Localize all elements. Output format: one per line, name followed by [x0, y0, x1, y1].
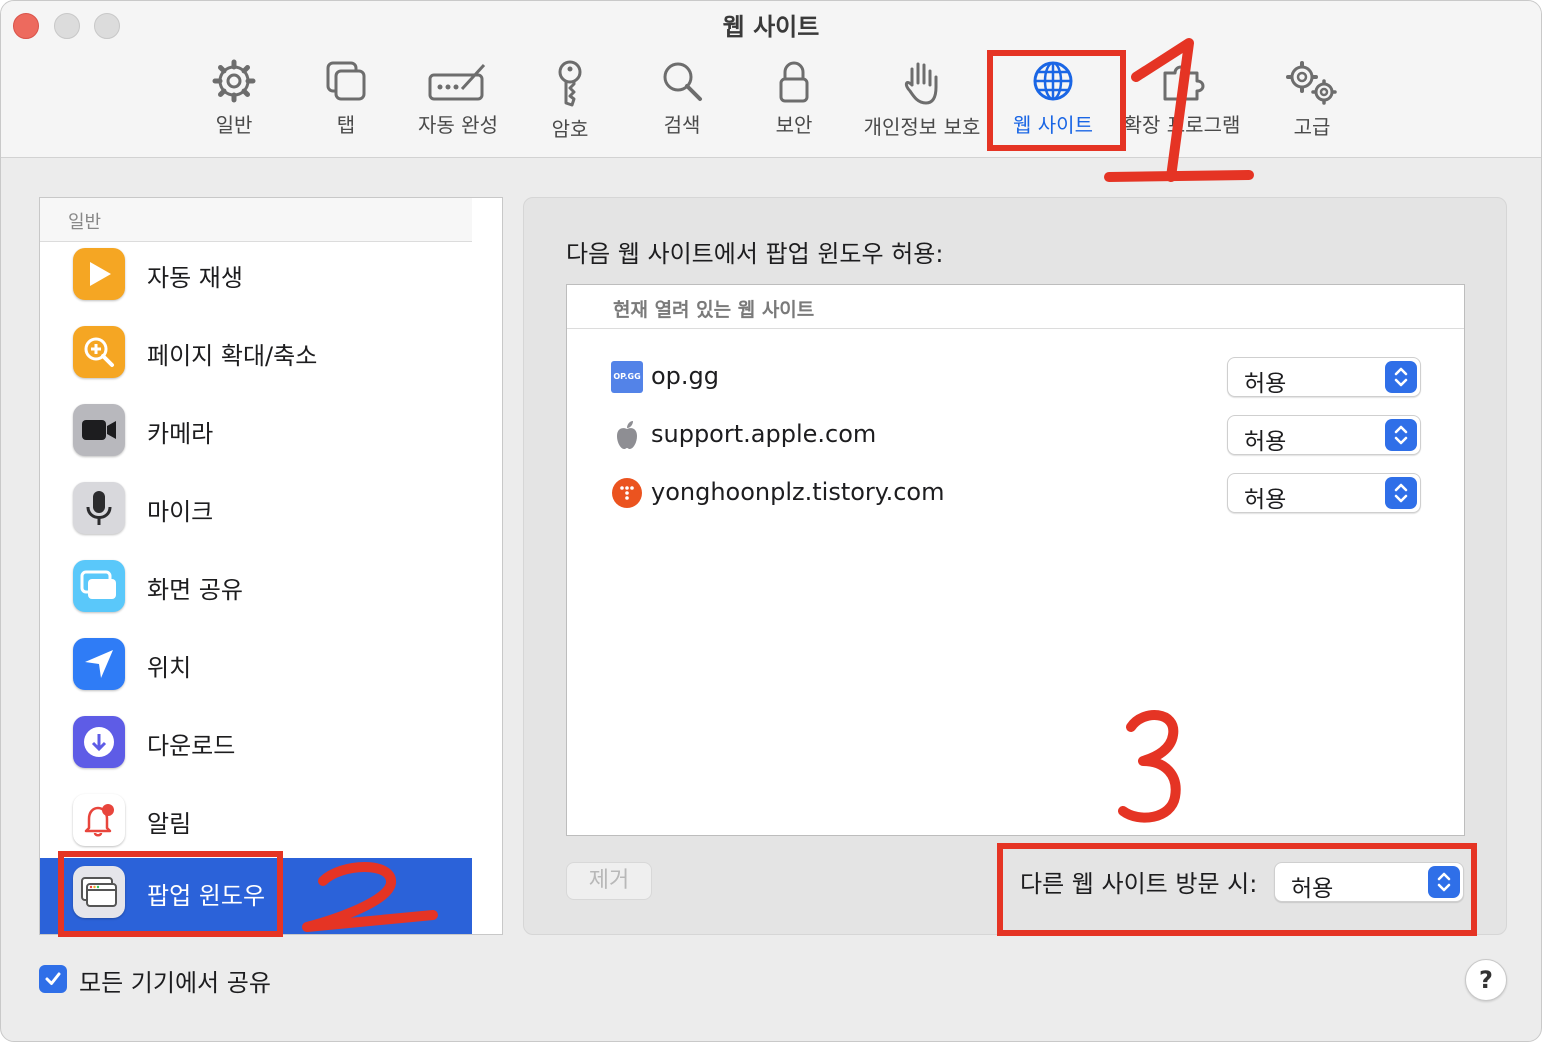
- bell-icon: [73, 794, 125, 846]
- annotation-number-3: [1118, 710, 1181, 823]
- window-title: 웹 사이트: [722, 13, 820, 41]
- site-setting-value: 허용: [1244, 487, 1287, 513]
- site-table-header: 현재 열려 있는 웹 사이트: [567, 285, 1464, 329]
- search-icon: [663, 62, 702, 101]
- toolbar-label: 고급: [1293, 115, 1331, 139]
- toolbar-general[interactable]: 일반: [204, 59, 264, 139]
- lock-icon: [779, 61, 809, 103]
- sidebar-item-microphone[interactable]: 마이크: [40, 474, 472, 552]
- site-row[interactable]: support.apple.com 허용: [567, 407, 1464, 465]
- site-row[interactable]: OP.GG op.gg 허용: [567, 349, 1464, 407]
- chevron-updown-icon: [1385, 419, 1417, 451]
- site-setting-value: 허용: [1244, 371, 1287, 397]
- toolbar-label: 암호: [551, 117, 589, 141]
- toolbar-privacy[interactable]: 개인정보 보호: [858, 59, 986, 139]
- sidebar-item-label: 마이크: [147, 498, 214, 526]
- preferences-window: 웹 사이트 일반 탭 자동 완성 암호 검색 보안 개인정보 보호 웹 사이트 …: [0, 0, 1542, 1042]
- sidebar-item-camera[interactable]: 카메라: [40, 396, 472, 474]
- sidebar-item-screen-sharing[interactable]: 화면 공유: [40, 552, 472, 630]
- titlebar: 웹 사이트 일반 탭 자동 완성 암호 검색 보안 개인정보 보호 웹 사이트 …: [1, 1, 1541, 158]
- site-domain: op.gg: [651, 362, 720, 390]
- site-domain: yonghoonplz.tistory.com: [651, 478, 945, 506]
- toolbar-label: 탭: [336, 113, 356, 137]
- tabs-icon: [326, 61, 366, 101]
- microphone-icon: [73, 482, 125, 534]
- sidebar-item-label: 다운로드: [147, 732, 236, 760]
- sidebar-item-location[interactable]: 위치: [40, 630, 472, 708]
- tistory-icon: [611, 477, 643, 509]
- site-setting-value: 허용: [1244, 429, 1287, 455]
- toolbar-label: 개인정보 보호: [863, 115, 981, 139]
- sidebar-item-downloads[interactable]: 다운로드: [40, 708, 472, 786]
- annotation-box-other-sites: [997, 843, 1477, 936]
- sidebar-item-page-zoom[interactable]: 페이지 확대/축소: [40, 318, 472, 396]
- sidebar-section-header: 일반: [40, 198, 472, 242]
- camera-icon: [73, 404, 125, 456]
- key-icon: [558, 60, 582, 107]
- opgg-icon: OP.GG: [611, 361, 643, 393]
- site-table: 현재 열려 있는 웹 사이트 OP.GG op.gg 허용 support.ap…: [566, 284, 1465, 836]
- annotation-number-1: [1104, 38, 1254, 182]
- sidebar-item-label: 화면 공유: [147, 576, 243, 604]
- chevron-updown-icon: [1385, 361, 1417, 393]
- popup-settings-panel: 다음 웹 사이트에서 팝업 윈도우 허용: 현재 열려 있는 웹 사이트 OP.…: [523, 197, 1507, 935]
- toolbar-label: 보안: [775, 113, 813, 137]
- site-domain: support.apple.com: [651, 420, 877, 448]
- annotation-box-popup: [58, 851, 283, 937]
- toolbar-security[interactable]: 보안: [764, 59, 824, 139]
- toolbar-autofill[interactable]: 자동 완성: [408, 59, 508, 139]
- sidebar-item-label: 자동 재생: [147, 264, 243, 292]
- toolbar-search[interactable]: 검색: [652, 59, 712, 139]
- permissions-sidebar: 일반 자동 재생 페이지 확대/축소 카메라 마이크 화면 공유 위치 다운로드…: [39, 197, 503, 935]
- panel-title: 다음 웹 사이트에서 팝업 윈도우 허용:: [566, 240, 944, 268]
- share-across-devices-checkbox[interactable]: [39, 965, 67, 993]
- chevron-updown-icon: [1385, 477, 1417, 509]
- site-setting-select[interactable]: 허용: [1227, 473, 1421, 513]
- help-button[interactable]: ?: [1465, 959, 1507, 1001]
- site-setting-select[interactable]: 허용: [1227, 415, 1421, 455]
- checkmark-icon: [45, 972, 61, 985]
- site-row[interactable]: yonghoonplz.tistory.com 허용: [567, 465, 1464, 523]
- gear-icon: [212, 59, 256, 103]
- toolbar-label: 일반: [215, 113, 253, 137]
- site-table-header-label: 현재 열려 있는 웹 사이트: [613, 299, 815, 321]
- opgg-favicon-text: OP.GG: [611, 361, 643, 393]
- hand-icon: [904, 62, 938, 105]
- sidebar-item-label: 페이지 확대/축소: [147, 342, 318, 370]
- toolbar-passwords[interactable]: 암호: [540, 59, 600, 141]
- toolbar-label: 검색: [663, 113, 701, 137]
- toolbar-tabs[interactable]: 탭: [316, 59, 376, 139]
- sidebar-item-label: 위치: [147, 654, 192, 682]
- location-icon: [73, 638, 125, 690]
- remove-button[interactable]: 제거: [566, 862, 652, 900]
- toolbar-label: 자동 완성: [418, 113, 498, 137]
- zoom-icon: [73, 326, 125, 378]
- sidebar-item-label: 알림: [147, 810, 192, 838]
- share-across-devices-label: 모든 기기에서 공유: [79, 969, 271, 997]
- screen-share-icon: [73, 560, 125, 612]
- sidebar-section-label: 일반: [68, 212, 102, 233]
- sidebar-item-label: 카메라: [147, 420, 214, 448]
- site-setting-select[interactable]: 허용: [1227, 357, 1421, 397]
- sidebar-item-autoplay[interactable]: 자동 재생: [40, 240, 472, 318]
- annotation-number-2: [302, 862, 438, 932]
- download-icon: [73, 716, 125, 768]
- play-icon: [73, 248, 125, 300]
- toolbar-advanced[interactable]: 고급: [1282, 59, 1342, 139]
- autofill-icon: [428, 63, 486, 101]
- apple-icon: [611, 419, 643, 451]
- advanced-gears-icon: [1286, 61, 1337, 105]
